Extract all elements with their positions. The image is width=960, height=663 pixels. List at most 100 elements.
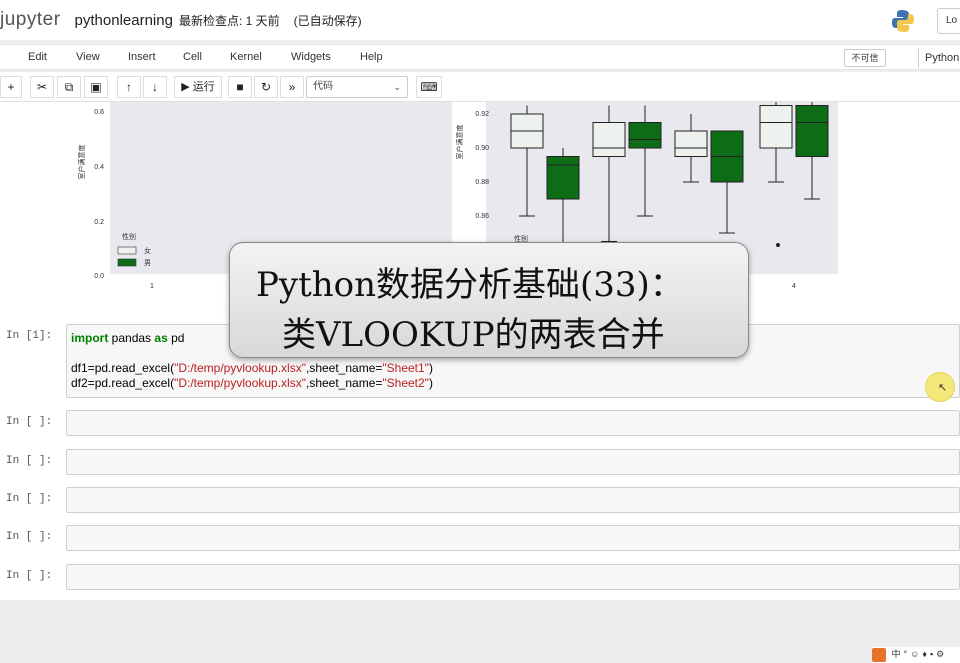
interrupt-button[interactable]: ■ — [228, 76, 252, 98]
arrow-down-icon: ↓ — [152, 80, 158, 94]
cell-prompt: In [ ]: — [6, 531, 53, 543]
box-body — [759, 105, 793, 149]
menu-help[interactable]: Help — [360, 51, 383, 63]
paste-icon: ▣ — [90, 80, 102, 94]
right-ytick: 0.92 — [475, 111, 489, 118]
cell-input[interactable] — [66, 487, 960, 513]
video-title-banner: Python数据分析基础(33)： 类VLOOKUP的两表合并 — [229, 242, 749, 358]
code-token: df1=pd.read_excel( — [71, 361, 175, 375]
menu-view[interactable]: View — [76, 51, 100, 63]
notebook-title[interactable]: pythonlearning — [75, 12, 173, 29]
run-button[interactable]: ▶ 运行 — [174, 76, 222, 98]
toolbar: + ✂ ⧉ ▣ ↑ ↓ ▶ 运行 ■ ↻ » 代码 ⌄ ⌨ — [0, 72, 960, 102]
code-cell[interactable]: In [ ]: — [0, 560, 960, 590]
box-body — [674, 130, 708, 157]
code-token: "D:/temp/pyvlookup.xlsx" — [174, 361, 306, 375]
cell-type-select[interactable]: 代码 ⌄ — [306, 76, 408, 98]
copy-icon: ⧉ — [64, 80, 74, 94]
tray-item[interactable]: ° — [904, 649, 908, 659]
code-line: df2=pd.read_excel("D:/temp/pyvlookup.xls… — [71, 376, 955, 391]
ime-logo-icon — [872, 647, 886, 662]
restart-icon: ↻ — [260, 80, 272, 94]
legend-swatch-female — [117, 246, 137, 255]
restart-button[interactable]: ↻ — [254, 76, 278, 98]
trust-badge[interactable]: 不可信 — [844, 49, 886, 67]
tray-items: 中 ° ☺ ♦ ▪ ⚙ — [889, 649, 945, 659]
legend-swatch-male — [117, 258, 137, 267]
code-token: ) — [428, 376, 433, 390]
code-token: as — [154, 331, 168, 345]
code-token: ,sheet_name= — [305, 376, 383, 390]
code-cell[interactable]: In [ ]: — [0, 445, 960, 475]
ime-tray[interactable]: 中 ° ☺ ♦ ▪ ⚙ — [872, 647, 960, 663]
cell-input[interactable] — [66, 564, 960, 590]
left-ylabel: 室户满意度 — [77, 145, 86, 180]
menubar: Edit View Insert Cell Kernel Widgets Hel… — [0, 44, 960, 70]
code-token: pd — [167, 331, 185, 345]
box-body — [795, 105, 829, 157]
python-logo-icon — [892, 10, 914, 32]
jupyter-logo[interactable]: jupyter — [0, 9, 61, 31]
code-token: "Sheet1" — [382, 361, 429, 375]
autosave-status: (已自动保存) — [293, 13, 362, 28]
left-legend-title: 性别 — [122, 232, 136, 241]
tray-item[interactable]: ♦ — [922, 649, 927, 659]
move-up-button[interactable]: ↑ — [117, 76, 141, 98]
paste-button[interactable]: ▣ — [84, 76, 108, 98]
left-ytick: 0.2 — [94, 219, 104, 226]
code-token: ) — [428, 361, 433, 375]
right-ytick: 0.88 — [475, 179, 489, 186]
code-line: df1=pd.read_excel("D:/temp/pyvlookup.xls… — [71, 361, 955, 376]
menu-insert[interactable]: Insert — [128, 51, 156, 63]
menu-edit[interactable]: Edit — [28, 51, 47, 63]
menu-cell[interactable]: Cell — [183, 51, 202, 63]
command-palette-button[interactable]: ⌨ — [416, 76, 442, 98]
restart-run-all-button[interactable]: » — [280, 76, 304, 98]
box-body — [592, 122, 626, 157]
logout-button[interactable]: Lo — [937, 8, 960, 34]
menu-widgets[interactable]: Widgets — [291, 51, 331, 63]
add-cell-button[interactable]: + — [0, 76, 22, 98]
cell-input[interactable] — [66, 449, 960, 475]
code-cell[interactable]: In [ ]: — [0, 483, 960, 513]
right-ylabel: 室户满意度 — [455, 125, 464, 160]
outlier-point — [776, 243, 780, 247]
move-down-button[interactable]: ↓ — [143, 76, 167, 98]
fast-forward-icon: » — [288, 80, 296, 94]
cut-button[interactable]: ✂ — [30, 76, 54, 98]
cell-prompt: In [1]: — [6, 330, 53, 342]
cell-type-value: 代码 — [313, 81, 333, 92]
chevron-down-icon: ⌄ — [393, 82, 401, 92]
copy-button[interactable]: ⧉ — [57, 76, 81, 98]
code-token: df2=pd.read_excel( — [71, 376, 175, 390]
right-xtick: 4 — [792, 283, 796, 290]
left-ytick: 0.6 — [94, 109, 104, 116]
plus-icon: + — [7, 80, 15, 94]
banner-line1: Python数据分析基础(33)： — [256, 265, 684, 305]
right-ytick: 0.86 — [475, 213, 489, 220]
tray-item[interactable]: ☺ — [910, 649, 919, 659]
cell-input[interactable] — [66, 525, 960, 551]
left-xtick: 1 — [150, 283, 154, 290]
code-token: "D:/temp/pyvlookup.xlsx" — [174, 376, 306, 390]
menu-kernel[interactable]: Kernel — [230, 51, 262, 63]
header: jupyter pythonlearning 最新检查点: 1 天前 (已自动保… — [0, 0, 960, 40]
cell-prompt: In [ ]: — [6, 493, 53, 505]
code-cell[interactable]: In [ ]: — [0, 521, 960, 551]
code-cell[interactable]: In [ ]: — [0, 406, 960, 436]
tray-item[interactable]: 中 — [892, 649, 901, 659]
cell-input[interactable] — [66, 410, 960, 436]
tray-item[interactable]: ▪ — [930, 649, 933, 659]
keyboard-icon: ⌨ — [420, 80, 438, 94]
code-token: import — [71, 331, 109, 345]
banner-line2: 类VLOOKUP的两表合并 — [282, 315, 665, 355]
cell-prompt: In [ ]: — [6, 416, 53, 428]
cell-prompt: In [ ]: — [6, 570, 53, 582]
right-ytick: 0.90 — [475, 145, 489, 152]
box-body — [546, 156, 580, 200]
arrow-up-icon: ↑ — [126, 80, 132, 94]
code-token: "Sheet2" — [382, 376, 429, 390]
scissors-icon: ✂ — [36, 80, 48, 94]
stop-icon: ■ — [236, 80, 244, 94]
tray-item[interactable]: ⚙ — [936, 649, 944, 659]
